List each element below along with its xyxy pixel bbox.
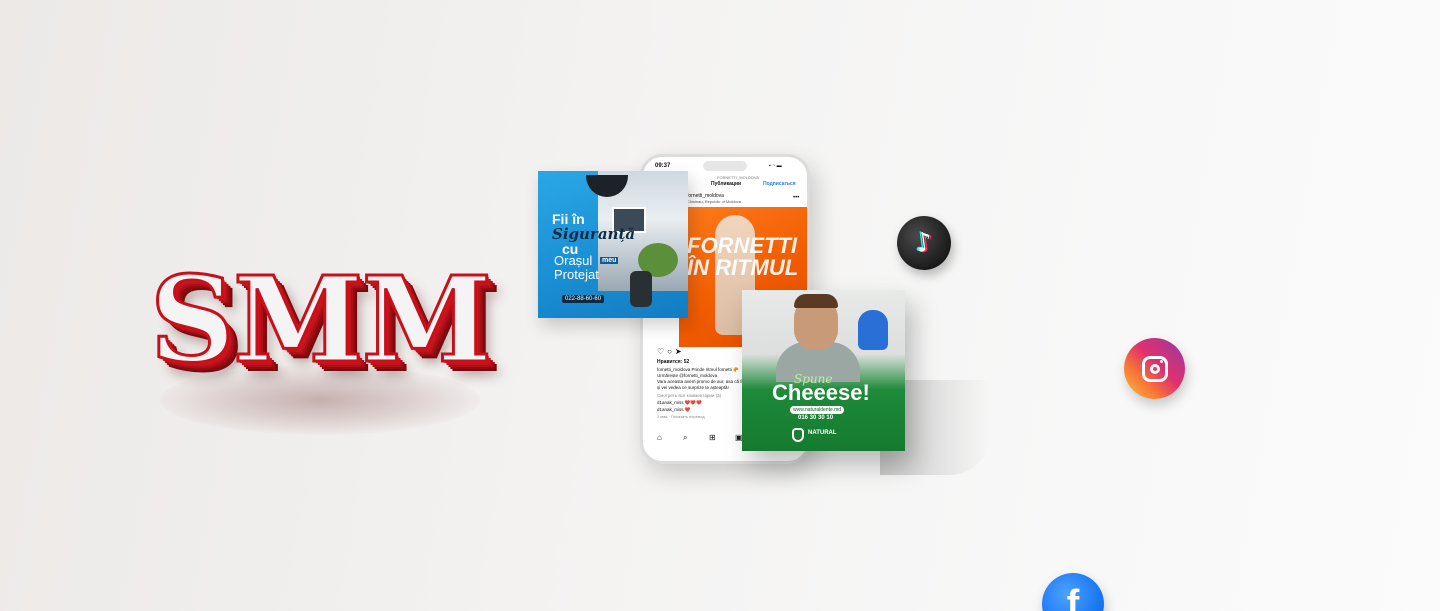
instagram-flash-dot	[1159, 359, 1163, 363]
tooth-logo-icon	[792, 428, 804, 442]
phone-notch	[703, 161, 747, 171]
ig-comment: d1anak_miss ❤️	[657, 407, 691, 412]
ig-caption-line: Urmărește @fornetti_moldova	[657, 373, 718, 378]
ig-action-icons[interactable]: ♡○➤	[657, 347, 685, 356]
tiktok-glyph: ♪	[913, 226, 935, 260]
more-options-icon[interactable]: •••	[793, 195, 799, 201]
security-post-card: Fii în Siguranță cu Orașul meu Protejat …	[538, 171, 688, 318]
facebook-icon: f	[1042, 573, 1104, 611]
instagram-icon	[1124, 338, 1185, 399]
dentist-phone: 016 30 30 10	[798, 415, 834, 421]
instagram-lens	[1149, 363, 1160, 374]
ig-post-date: 2 мая · Показать перевод	[657, 414, 705, 419]
ig-caption-line: Vara aceasta avem promo de aur, asa că f…	[657, 379, 744, 384]
add-post-icon[interactable]: ⊞	[709, 433, 716, 442]
phone-status-icons: ▪ ◔ ▬	[769, 163, 782, 169]
dentist-website: www.naturaldente.md	[790, 406, 845, 414]
fornetti-post-title: FORNETTI ÎN RITMUL	[687, 233, 799, 280]
security-headline-5: Protejat	[554, 267, 599, 282]
ig-header-title: Публикации	[711, 181, 742, 187]
tooth-icon	[858, 310, 888, 350]
dentist-brand: NATURAL	[808, 430, 837, 436]
ig-likes-count: Нравится: 52	[657, 359, 690, 365]
ig-comment: d1anak_miss ❤️❤️❤️	[657, 400, 702, 405]
security-badge: meu	[600, 257, 619, 264]
instagram-camera-frame	[1141, 355, 1168, 382]
intercom-image	[630, 271, 652, 307]
dentist-post-card: Spune Cheeese! www.naturaldente.md 016 3…	[742, 290, 905, 451]
man-hair-image	[794, 294, 838, 308]
ig-account-name: FORNETTI_MOLDOVA	[717, 175, 759, 180]
ig-location: Chisinau, Republic of Moldova	[687, 199, 742, 204]
smm-logo-text: SMM	[148, 250, 493, 389]
home-icon[interactable]: ⌂	[657, 433, 662, 442]
dentist-title: Cheeese!	[772, 380, 870, 405]
phone-time: 09:37	[655, 163, 671, 169]
ig-view-comments-link[interactable]: Смотреть все комментарии (3)	[657, 393, 721, 398]
facebook-glyph: f	[1066, 582, 1080, 611]
ig-subscribe-button[interactable]: Подписаться	[763, 181, 796, 187]
ig-caption-line: și vei vedea ce surprize te așteaptă!	[657, 385, 729, 390]
search-icon[interactable]: ⌕	[683, 433, 687, 443]
tiktok-icon: ♪	[893, 212, 955, 274]
security-phone-number: 022-88-60-60	[562, 295, 605, 303]
security-headline-4: Orașul	[554, 253, 593, 268]
smm-logo: SMM	[130, 250, 510, 455]
